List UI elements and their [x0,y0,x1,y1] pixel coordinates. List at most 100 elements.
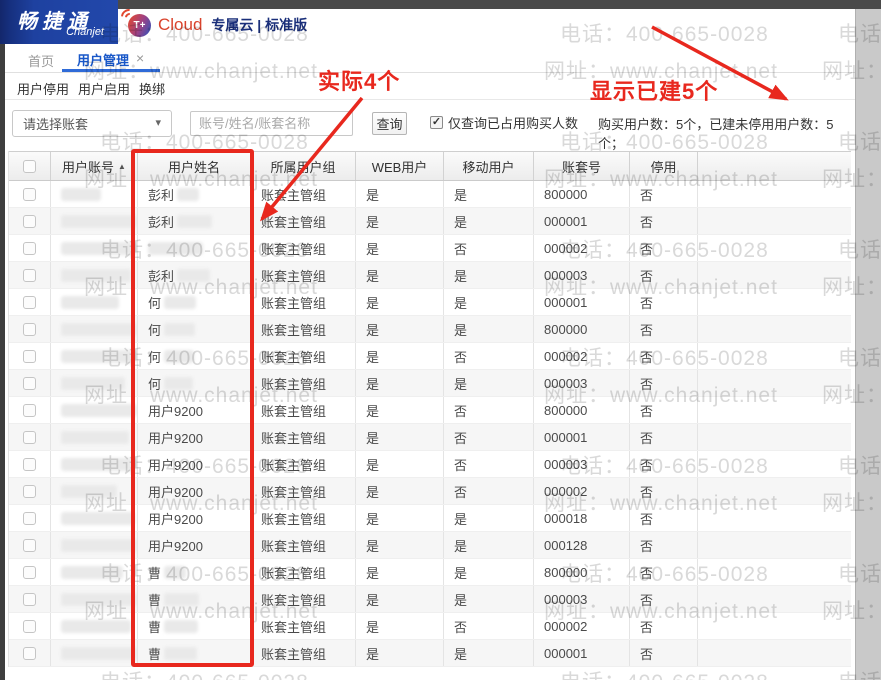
cell-account [51,424,138,450]
col-header-web[interactable]: WEB用户 [356,152,444,180]
cell-group: 账套主管组 [251,451,356,477]
redacted-name [164,592,200,606]
col-header-web-label: WEB用户 [371,159,428,175]
cell-account [51,559,138,585]
cell-account-set-no: 800000 [534,559,630,585]
cell-disabled: 否 [630,451,698,477]
cell-disabled: 否 [630,613,698,639]
account-set-select[interactable]: 请选择账套 ▾ [12,110,172,137]
row-checkbox[interactable] [23,349,36,363]
window-left-edge [0,44,5,680]
close-icon[interactable]: × [136,50,144,66]
cell-account [51,370,138,396]
row-checkbox[interactable] [23,295,36,309]
cell-name-text: 彭利 [148,187,175,203]
col-header-disabled[interactable]: 停用 [630,152,698,180]
tab-user-management[interactable]: 用户管理 [77,50,129,69]
cell-web-user: 是 [356,505,444,531]
row-checkbox[interactable] [23,322,36,336]
row-checkbox[interactable] [23,268,36,282]
app-window: 畅捷通 Chanjet T+ Cloud 专属云 | 标准版 首页 用户管理 ×… [0,0,881,680]
table-row: 用户9200 账套主管组是否 000001 否 [9,424,851,451]
col-header-mobile[interactable]: 移动用户 [444,152,534,180]
row-checkbox[interactable] [23,403,36,417]
cell-account-set-no: 000003 [534,586,630,612]
tab-home[interactable]: 首页 [28,51,54,70]
cell-filler [698,289,851,315]
row-checkbox[interactable] [23,214,36,228]
row-checkbox[interactable] [23,511,36,525]
cell-name-text: 何 [148,349,162,365]
cell-name-text: 彭利 [148,268,175,284]
cell-group: 账套主管组 [251,397,356,423]
cell-web-user: 是 [356,640,444,666]
row-checkbox[interactable] [23,646,36,660]
cell-account [51,208,138,234]
row-checkbox[interactable] [23,592,36,606]
cell-filler [698,586,851,612]
occupied-only-checkbox-group[interactable]: ✓ 仅查询已占用购买人数 [430,113,578,132]
col-header-name[interactable]: 用户姓名 [138,152,251,180]
cell-account [51,586,138,612]
checkbox-checked-icon[interactable]: ✓ [430,116,443,129]
cell-mobile-user: 是 [444,181,534,207]
redacted-name [164,295,197,309]
cell-account-set-no: 000128 [534,532,630,558]
cell-mobile-user: 是 [444,262,534,288]
cell-disabled: 否 [630,316,698,342]
cell-group: 账套主管组 [251,586,356,612]
cell-account-set-no: 000002 [534,235,630,261]
search-input[interactable] [190,111,353,136]
table-row: 用户9200 账套主管组是否 000003 否 [9,451,851,478]
rebind-button[interactable]: 换绑 [139,79,165,98]
cell-name: 用户9200 [138,505,251,531]
redacted-name [164,619,199,633]
col-header-account[interactable]: 用户账号 ▲ [51,152,138,180]
redacted-account [61,430,129,444]
user-table: 用户账号 ▲ 用户姓名 所属用户组 WEB用户 移动用户 账套号 停用 彭利账套… [8,151,851,667]
row-checkbox[interactable] [23,241,36,255]
redacted-account [61,214,137,228]
cell-name-text: 用户9200 [148,511,203,527]
col-header-acctno-label: 账套号 [561,159,601,175]
redacted-account [61,592,137,606]
table-row: 曹账套主管组是否 000002 否 [9,613,851,640]
cell-name: 曹 [138,559,251,585]
cell-account-set-no: 000002 [534,478,630,504]
cell-account [51,316,138,342]
row-checkbox[interactable] [23,430,36,444]
disable-user-button[interactable]: 用户停用 [17,79,69,98]
row-checkbox[interactable] [23,376,36,390]
row-checkbox[interactable] [23,484,36,498]
cell-mobile-user: 是 [444,289,534,315]
cell-name: 用户9200 [138,532,251,558]
table-row: 何账套主管组是否 000002 否 [9,343,851,370]
row-checkbox[interactable] [23,187,36,201]
col-header-group[interactable]: 所属用户组 [251,152,356,180]
cell-web-user: 是 [356,343,444,369]
cell-account-set-no: 000001 [534,640,630,666]
row-checkbox[interactable] [23,538,36,552]
select-all-checkbox[interactable] [23,159,36,173]
cell-mobile-user: 是 [444,505,534,531]
row-checkbox[interactable] [23,457,36,471]
cell-group: 账套主管组 [251,316,356,342]
cell-name: 用户9200 [138,397,251,423]
table-row: 用户9200 账套主管组是是 000128 否 [9,532,851,559]
cell-filler [698,613,851,639]
table-row: 用户9200 账套主管组是是 000018 否 [9,505,851,532]
redacted-name [177,268,211,282]
cell-name-text: 用户9200 [148,538,203,554]
cell-mobile-user: 是 [444,532,534,558]
row-checkbox[interactable] [23,565,36,579]
enable-user-button[interactable]: 用户启用 [78,79,130,98]
row-checkbox[interactable] [23,619,36,633]
col-header-mobile-label: 移动用户 [462,159,515,175]
query-button[interactable]: 查询 [372,112,407,135]
table-header-row: 用户账号 ▲ 用户姓名 所属用户组 WEB用户 移动用户 账套号 停用 [9,151,851,181]
cell-filler [698,640,851,666]
cell-account [51,343,138,369]
cell-group: 账套主管组 [251,289,356,315]
cell-disabled: 否 [630,343,698,369]
col-header-acctno[interactable]: 账套号 [534,152,630,180]
